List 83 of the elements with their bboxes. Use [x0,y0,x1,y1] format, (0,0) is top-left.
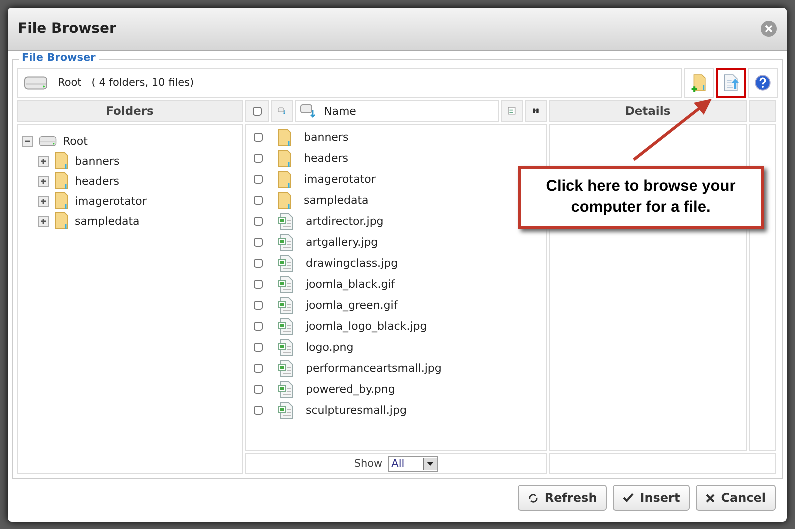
dialog-title: File Browser [18,21,116,37]
close-button[interactable] [761,21,777,37]
sort-icon[interactable] [300,104,316,118]
image-file-icon [278,402,294,420]
binoculars-icon[interactable] [525,100,547,122]
drive-icon [24,76,48,90]
file-name[interactable]: powered_by.png [306,383,396,396]
image-file-icon [278,318,294,336]
upload-button[interactable] [716,68,746,98]
file-name[interactable]: sculpturesmall.jpg [306,404,407,417]
image-file-icon [278,360,294,378]
expand-button[interactable] [38,156,49,166]
row-checkbox[interactable] [254,175,263,184]
drive-icon [39,136,57,146]
image-file-icon [278,296,294,314]
folder-icon [55,192,69,210]
folder-icon [55,152,69,170]
folder-icon [278,192,292,210]
select-all-checkbox[interactable] [252,106,262,116]
row-checkbox[interactable] [254,259,263,268]
row-checkbox[interactable] [254,217,263,226]
row-checkbox[interactable] [254,406,263,415]
check-icon [623,493,634,503]
image-file-icon [278,234,294,252]
dropdown-caret-icon [426,462,434,466]
expand-button[interactable] [38,196,49,206]
close-icon [765,25,773,33]
file-name[interactable]: artgallery.jpg [306,236,378,249]
folder-icon [278,128,292,146]
column-header: Folders [17,100,243,122]
show-label: Show [354,458,383,470]
file-name[interactable]: imagerotator [304,173,376,186]
file-name[interactable]: sampledata [304,194,369,207]
location-name: Root [58,77,82,89]
close-icon [706,494,716,502]
image-file-icon [278,276,294,294]
image-file-icon [278,212,294,230]
cancel-button[interactable]: Cancel [696,485,776,511]
fieldset-legend: File Browser [19,52,99,64]
tree-item[interactable]: headers [75,174,120,188]
folder-icon [55,172,69,190]
show-dropdown[interactable]: All [388,456,438,472]
file-name[interactable]: banners [304,131,349,144]
collapse-button[interactable] [22,136,33,146]
tree-item[interactable]: Root [63,134,88,148]
file-name[interactable]: artdirector.jpg [306,215,384,228]
file-name[interactable]: joomla_black.gif [306,278,396,291]
row-checkbox[interactable] [254,301,263,310]
row-checkbox[interactable] [254,133,263,142]
insert-button[interactable]: Insert [613,485,690,511]
row-checkbox[interactable] [254,196,263,205]
new-folder-button[interactable] [684,68,714,98]
folder-icon [278,170,292,188]
folder-icon [55,212,69,230]
file-name[interactable]: logo.png [306,341,354,354]
file-name[interactable]: drawingclass.jpg [306,257,398,270]
file-name[interactable]: performanceartsmall.jpg [306,362,442,375]
image-file-icon [278,338,294,356]
expand-button[interactable] [38,216,49,226]
callout-note: Click here to browse your computer for a file. [518,166,764,229]
row-checkbox[interactable] [254,364,263,373]
file-name[interactable]: headers [304,152,348,165]
row-checkbox[interactable] [254,280,263,289]
tree-item[interactable]: imagerotator [75,194,147,208]
tree-item[interactable]: banners [75,154,120,168]
row-checkbox[interactable] [254,343,263,352]
row-checkbox[interactable] [254,385,263,394]
folder-icon [278,150,292,168]
image-file-icon [278,380,294,398]
column-header: Details [549,100,747,122]
refresh-icon [528,492,539,504]
row-checkbox[interactable] [254,322,263,331]
image-file-icon [278,254,294,272]
row-checkbox[interactable] [254,238,263,247]
file-name[interactable]: joomla_logo_black.jpg [306,320,428,333]
file-name[interactable]: joomla_green.gif [306,299,398,312]
column-header[interactable]: Name [324,104,356,118]
location-summary: ( 4 folders, 10 files) [92,77,194,89]
row-checkbox[interactable] [254,154,263,163]
expand-button[interactable] [38,176,49,186]
help-button[interactable] [748,68,778,98]
tree-item[interactable]: sampledata [75,214,140,228]
refresh-button[interactable]: Refresh [518,485,608,511]
